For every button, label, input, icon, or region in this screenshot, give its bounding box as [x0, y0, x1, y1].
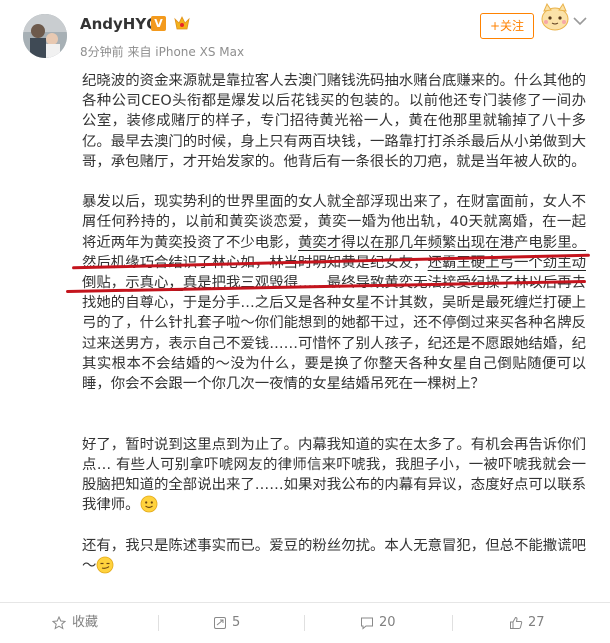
- text-segment: 还有，我只是陈述事实而已。爱豆的粉丝勿扰。本人无意冒犯，但总不能撒谎吧～: [82, 537, 586, 574]
- text-segment: 真是把我三观毁得……最终导致黄奕无法接受纪操了林以后再去找她的自尊心，于是分手……: [82, 275, 586, 393]
- post-paragraph-1: 纪晓波的资金来源就是靠拉客人去澳门赌钱洗码抽水赌台底赚来的。什么其他的各种公司C…: [82, 73, 586, 170]
- post-action-bar: 收藏 5 20 27: [0, 602, 610, 643]
- repost-icon: [214, 617, 226, 629]
- smirk-emoji-icon: [96, 556, 114, 574]
- divider: [304, 615, 305, 631]
- comment-icon: [361, 617, 373, 630]
- post-paragraph-3: 好了，暂时说到这里点到为止了。内幕我知道的实在太多了。有机会再告诉你们点… 有些…: [82, 435, 586, 516]
- text-segment: 好了，暂时说到这里点到为止了。内幕我知道的实在太多了。有机会再告诉你们点… 有些…: [82, 436, 586, 514]
- like-count: 27: [528, 615, 545, 630]
- star-icon: [52, 616, 66, 630]
- favorite-label: 收藏: [72, 615, 99, 630]
- repost-count: 5: [232, 615, 241, 630]
- avatar[interactable]: [23, 14, 67, 58]
- follow-button[interactable]: +关注: [480, 13, 534, 39]
- divider: [452, 615, 453, 631]
- post-paragraph-4: 还有，我只是陈述事实而已。爱豆的粉丝勿扰。本人无意冒犯，但总不能撒谎吧～: [82, 536, 586, 576]
- comment-count: 20: [379, 615, 396, 630]
- like-button[interactable]: 27: [509, 603, 569, 643]
- post-time[interactable]: 8分钟前: [80, 45, 124, 59]
- divider: [158, 615, 159, 631]
- favorite-button[interactable]: 收藏: [52, 603, 132, 643]
- underlined-text: 黄奕才得以在那几年频繁出现在港产电影里。: [298, 234, 586, 251]
- cat-sticker-icon: [538, 2, 572, 32]
- thumbs-up-icon: [510, 616, 523, 629]
- post-paragraph-2: 暴发以后，现实势利的世界里面的女人就全部浮现出来了，在财富面前，女人不屑任何矜持…: [82, 192, 586, 394]
- post-meta: 8分钟前 来自 iPhone XS Max: [80, 43, 244, 60]
- repost-button[interactable]: 5: [213, 603, 273, 643]
- comment-button[interactable]: 20: [360, 603, 420, 643]
- verified-badge-icon: V: [151, 16, 166, 31]
- username[interactable]: AndyHYQ: [80, 15, 159, 33]
- smile-emoji-icon: [140, 495, 158, 513]
- post-header: AndyHYQ V 8分钟前 来自 iPhone XS Max +关注: [0, 0, 610, 62]
- post-body: 纪晓波的资金来源就是靠拉客人去澳门赌钱洗码抽水赌台底赚来的。什么其他的各种公司C…: [82, 71, 586, 596]
- post-source: 来自 iPhone XS Max: [127, 45, 245, 59]
- crown-vip-icon[interactable]: [173, 14, 191, 32]
- chevron-down-icon[interactable]: [572, 12, 588, 26]
